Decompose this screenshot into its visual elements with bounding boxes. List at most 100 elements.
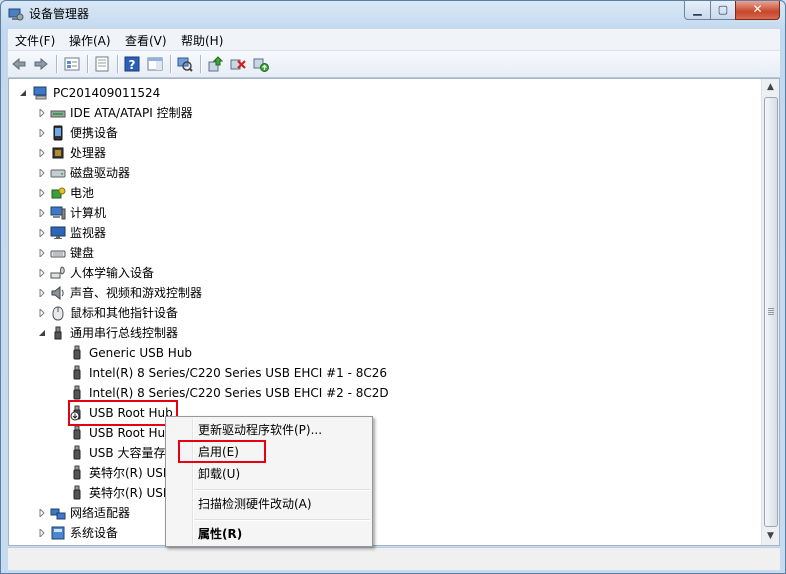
computer-icon [50,206,66,220]
update-driver-button[interactable] [205,54,227,74]
tree-category-ide[interactable]: IDE ATA/ATAPI 控制器 [17,103,417,123]
menu-file[interactable]: 文件(F) [15,32,55,49]
usb-device-icon [73,485,81,500]
ctx-update-driver[interactable]: 更新驱动程序软件(P)... [198,420,322,440]
forward-arrow-icon [34,57,48,71]
portable-device-icon [53,125,63,141]
ctx-scan[interactable]: 扫描检测硬件改动(A) [198,494,312,514]
tree-category-disk[interactable]: 磁盘驱动器 [17,163,417,183]
tree-category-label: 网络适配器 [70,506,131,520]
context-menu-separator [194,519,370,521]
device-view-icon [64,57,80,71]
update-driver-icon [208,56,223,72]
svg-text:?: ? [129,58,136,72]
uninstall-button[interactable] [228,54,250,74]
monitor-icon [50,226,66,239]
tree-category-label: 声音、视频和游戏控制器 [70,286,203,300]
scrollbar-thumb[interactable] [764,97,778,527]
mouse-icon [52,306,64,321]
menu-bar: 文件(F) 操作(A) 查看(V) 帮助(H) [8,29,780,51]
tree-device-label: Intel(R) 8 Series/C220 Series USB EHCI #… [89,366,388,380]
vertical-scrollbar[interactable]: ▲ ▼ [761,79,779,545]
menu-view[interactable]: 查看(V) [125,32,167,49]
tree-device-label: 英特尔(R) USI [89,466,167,480]
expand-arrow-icon[interactable] [38,229,46,237]
tree-category-usb[interactable]: 通用串行总线控制器 [17,323,417,343]
properties-button[interactable] [92,54,114,74]
tree-category-keyboard[interactable]: 键盘 [17,243,417,263]
tree-device-row[interactable]: Intel(R) 8 Series/C220 Series USB EHCI #… [17,363,517,383]
tree-device-label: USB Root Hub [89,406,173,420]
expand-arrow-icon[interactable] [38,189,46,197]
device-tree[interactable]: PC201409011524 IDE ATA/ATAPI 控制器 便携设备 处理… [8,78,780,546]
scan-hardware-button[interactable] [175,54,197,74]
ide-controller-icon [50,110,66,118]
collapse-arrow-icon[interactable] [19,89,27,97]
tree-category-portable[interactable]: 便携设备 [17,123,417,143]
tree-category-processor[interactable]: 处理器 [17,143,417,163]
tree-category-hid[interactable]: 人体学输入设备 [17,263,417,283]
window-title: 设备管理器 [29,7,90,21]
menu-help[interactable]: 帮助(H) [181,32,223,49]
context-menu-gutter [192,419,193,544]
tree-device-label: USB 大容量存 [89,446,166,460]
tree-category-mouse[interactable]: 鼠标和其他指针设备 [17,303,417,323]
device-view-button[interactable] [62,54,84,74]
tree-category-sound[interactable]: 声音、视频和游戏控制器 [17,283,417,303]
device-manager-window: 设备管理器 ▁ ▢ ✕ 文件(F) 操作(A) 查看(V) 帮助(H) ? PC… [0,0,786,574]
help-button[interactable]: ? [122,54,144,74]
close-button[interactable]: ✕ [735,1,780,20]
usb-device-icon [73,385,81,400]
expand-arrow-icon[interactable] [38,509,46,517]
tree-category-label: 磁盘驱动器 [70,166,131,180]
ctx-enable[interactable]: 启用(E) [198,442,239,462]
hid-icon [50,266,65,279]
tree-category-battery[interactable]: 电池 [17,183,417,203]
expand-arrow-icon[interactable] [38,209,46,217]
tree-category-monitor[interactable]: 监视器 [17,223,417,243]
title-bar[interactable]: 设备管理器 ▁ ▢ ✕ [1,1,785,27]
tree-device-label: USB Root Hu [89,426,166,440]
disk-drive-icon [50,169,66,178]
ctx-properties[interactable]: 属性(R) [198,524,242,544]
tree-device-row[interactable]: Generic USB Hub [17,343,517,363]
toolbar: ? [8,51,780,78]
ctx-uninstall[interactable]: 卸载(U) [198,464,240,484]
usb-device-icon [73,425,81,440]
expand-arrow-icon[interactable] [38,129,46,137]
expand-arrow-icon[interactable] [38,249,46,257]
expand-arrow-icon[interactable] [38,289,46,297]
usb-device-icon [73,465,81,480]
context-menu-separator [194,489,370,491]
expand-arrow-icon[interactable] [38,309,46,317]
enable-device-button[interactable] [251,54,273,74]
expand-arrow-icon[interactable] [38,529,46,537]
collapse-arrow-icon[interactable] [38,329,46,337]
tree-root-row[interactable]: PC201409011524 [17,83,317,103]
expand-arrow-icon[interactable] [38,109,46,117]
menu-action[interactable]: 操作(A) [69,32,111,49]
toolbar-separator [117,55,118,73]
processor-icon [52,147,64,159]
tree-category-label: 监视器 [70,226,107,240]
forward-button[interactable] [31,54,53,74]
toolbar-separator [200,55,201,73]
minimize-button[interactable]: ▁ [684,1,711,20]
tree-device-row[interactable]: Intel(R) 8 Series/C220 Series USB EHCI #… [17,383,517,403]
tree-device-label: Generic USB Hub [89,346,193,360]
expand-arrow-icon[interactable] [38,269,46,277]
expand-arrow-icon[interactable] [38,169,46,177]
tree-category-label: 处理器 [70,146,107,160]
scroll-down-arrow-icon[interactable]: ▼ [762,528,779,545]
expand-arrow-icon[interactable] [38,149,46,157]
disabled-usb-device-icon [70,405,81,421]
maximize-button[interactable]: ▢ [710,1,736,20]
usb-device-icon [73,345,81,360]
action-pane-button[interactable] [145,54,167,74]
back-button[interactable] [9,54,31,74]
system-device-icon [51,526,65,540]
scroll-up-arrow-icon[interactable]: ▲ [762,79,779,96]
tree-category-computer[interactable]: 计算机 [17,203,417,223]
tree-category-label: 键盘 [70,246,95,260]
tree-category-label: 鼠标和其他指针设备 [70,306,179,320]
